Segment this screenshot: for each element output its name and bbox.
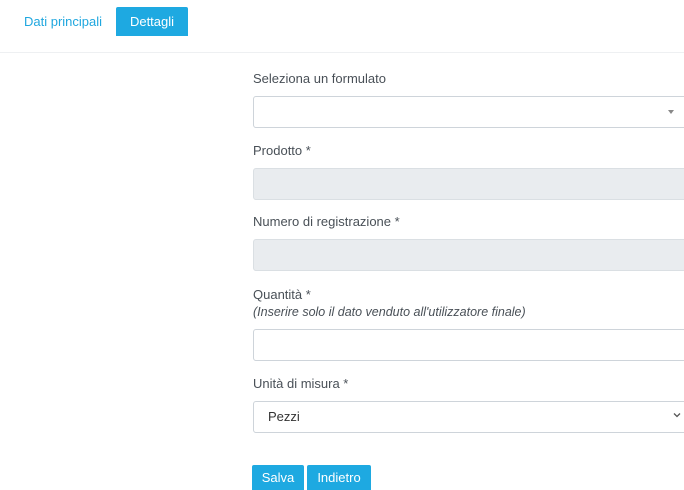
caret-down-icon [668, 110, 674, 114]
unita-value: Pezzi [268, 409, 300, 424]
unita-select[interactable]: Pezzi [253, 401, 684, 433]
chevron-down-icon [673, 413, 681, 418]
registrazione-field [253, 239, 684, 271]
registrazione-label: Numero di registrazione * [253, 214, 400, 229]
quantita-hint: (Inserire solo il dato venduto all'utili… [253, 305, 526, 319]
tab-dati-principali[interactable]: Dati principali [10, 7, 116, 36]
quantita-input[interactable] [253, 329, 684, 361]
prodotto-label: Prodotto * [253, 143, 311, 158]
prodotto-field [253, 168, 684, 200]
tab-dettagli[interactable]: Dettagli [116, 7, 188, 36]
back-button[interactable]: Indietro [307, 465, 371, 490]
formulato-select[interactable] [253, 96, 684, 128]
formulato-label: Seleziona un formulato [253, 71, 386, 86]
unita-label: Unità di misura * [253, 376, 349, 391]
quantita-label: Quantità * [253, 287, 311, 302]
tab-bar: Dati principali Dettagli [0, 0, 684, 53]
save-button[interactable]: Salva [252, 465, 304, 490]
